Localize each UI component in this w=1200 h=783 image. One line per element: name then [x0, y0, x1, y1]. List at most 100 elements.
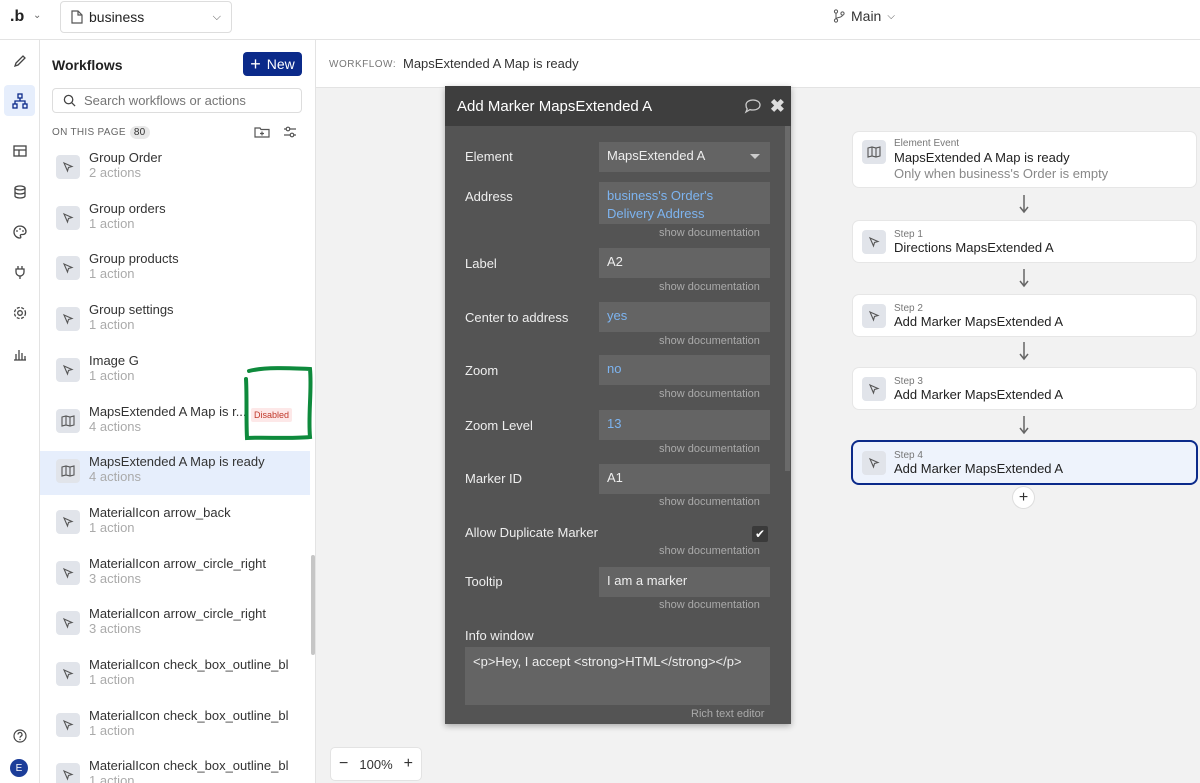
sidebar-title: Workflows — [52, 57, 123, 73]
flow-arrow-icon — [1018, 194, 1030, 214]
workflow-list-item[interactable]: MaterialIcon arrow_back 1 action — [40, 502, 310, 546]
workflow-list-item[interactable]: MaterialIcon arrow_circle_right 3 actions — [40, 553, 310, 597]
styles-palette-icon[interactable] — [4, 216, 35, 247]
workflow-header-bar: WORKFLOW: MapsExtended A Map is ready — [316, 40, 1200, 88]
data-tab-table-icon[interactable] — [4, 135, 35, 166]
workflow-action-count: 4 actions — [89, 469, 142, 485]
map-icon — [862, 140, 886, 164]
element-label: Element — [465, 149, 513, 164]
show-documentation-link[interactable]: show documentation — [659, 388, 760, 400]
comment-icon[interactable] — [744, 98, 762, 114]
zoom-in-button[interactable]: + — [404, 755, 413, 773]
search-input[interactable] — [84, 93, 284, 108]
workflow-name: Image G — [89, 352, 139, 368]
workflow-name[interactable]: MapsExtended A Map is ready — [403, 56, 579, 71]
show-documentation-link[interactable]: show documentation — [659, 496, 760, 508]
rich-text-editor-link[interactable]: Rich text editor — [691, 708, 764, 720]
on-this-page-label: ON THIS PAGE — [52, 127, 126, 138]
logs-chart-icon[interactable] — [4, 338, 35, 369]
workflow-list-item[interactable]: Group Order 2 actions — [40, 147, 310, 191]
step-card[interactable]: Step 4 Add Marker MapsExtended A — [853, 441, 1196, 483]
show-documentation-link[interactable]: show documentation — [659, 227, 760, 239]
zoom-level-label: Zoom Level — [465, 418, 533, 433]
workflow-list-item[interactable]: MaterialIcon check_box_outline_bl 1 actio… — [40, 654, 310, 698]
panel-scrollbar[interactable] — [785, 126, 790, 471]
user-avatar[interactable]: E — [10, 759, 28, 777]
step-number: Step 4 — [894, 449, 923, 461]
flow-arrow-icon — [1018, 341, 1030, 361]
event-kind: Element Event — [894, 138, 960, 149]
new-workflow-button[interactable]: + New — [243, 52, 302, 76]
cursor-icon — [56, 357, 80, 382]
step-card[interactable]: Step 1 Directions MapsExtended A — [853, 221, 1196, 262]
sidebar-scrollbar[interactable] — [311, 555, 315, 655]
info-window-label: Info window — [465, 628, 534, 643]
workflow-name: MapsExtended A Map is r... — [89, 403, 247, 419]
allow-duplicate-checkbox[interactable]: ✔ — [752, 526, 768, 542]
settings-gear-icon[interactable] — [4, 297, 35, 328]
bubble-logo[interactable]: .b — [10, 8, 24, 26]
show-documentation-link[interactable]: show documentation — [659, 599, 760, 611]
help-question-icon[interactable] — [4, 720, 35, 751]
checkmark-icon: ✔ — [754, 527, 766, 541]
plugins-plug-icon[interactable] — [4, 256, 35, 287]
workflow-list-item[interactable]: Group products 1 action — [40, 248, 310, 292]
show-documentation-link[interactable]: show documentation — [659, 545, 760, 557]
map-icon — [56, 408, 80, 433]
workflow-tab-icon[interactable] — [4, 85, 35, 116]
workflow-name: Group products — [89, 251, 179, 267]
cursor-icon — [56, 155, 80, 179]
zoom-out-button[interactable]: − — [339, 755, 348, 773]
element-dropdown[interactable]: MapsExtended A — [599, 142, 770, 172]
event-condition: Only when business's Order is empty — [894, 166, 1109, 181]
workflow-list-item[interactable]: MaterialIcon check_box_outline_bl 1 actio… — [40, 705, 310, 749]
dropdown-arrow-icon — [750, 154, 760, 159]
page-name: business — [89, 9, 145, 25]
show-documentation-link[interactable]: show documentation — [659, 335, 760, 347]
info-window-editor[interactable]: <p>Hey, I accept <strong>HTML</strong></… — [465, 647, 770, 705]
show-documentation-link[interactable]: show documentation — [659, 443, 760, 455]
branch-selector[interactable]: Main ⌵ — [833, 8, 895, 24]
new-folder-icon[interactable] — [254, 124, 270, 140]
label-field[interactable]: A2 — [599, 248, 770, 278]
add-step-button[interactable]: + — [1013, 487, 1034, 508]
workflow-list-item[interactable]: Group settings 1 action — [40, 299, 310, 343]
workflow-action-count: 1 action — [89, 266, 135, 282]
search-icon — [63, 94, 76, 107]
element-value: MapsExtended A — [607, 148, 706, 163]
top-bar: .b ⌄ business ⌵ Main ⌵ — [0, 0, 1200, 40]
workflow-label: WORKFLOW: — [329, 59, 397, 70]
workflow-list-item[interactable]: MaterialIcon arrow_circle_right 3 actions — [40, 603, 310, 647]
filter-sliders-icon[interactable] — [282, 124, 298, 140]
cursor-icon — [56, 662, 80, 686]
event-card[interactable]: Element Event MapsExtended A Map is read… — [853, 132, 1196, 187]
workflow-name: MaterialIcon arrow_circle_right — [89, 555, 267, 571]
zoom-level-field[interactable]: 13 — [599, 410, 770, 440]
search-box[interactable] — [52, 88, 302, 113]
allow-duplicate-label: Allow Duplicate Marker — [465, 525, 598, 540]
green-highlight-annotation — [244, 366, 313, 441]
center-field[interactable]: yes — [599, 302, 770, 332]
panel-header[interactable]: Add Marker MapsExtended A ✖ — [445, 86, 791, 126]
marker-id-field[interactable]: A1 — [599, 464, 770, 494]
close-icon[interactable]: ✖ — [770, 97, 785, 115]
step-card[interactable]: Step 2 Add Marker MapsExtended A — [853, 294, 1196, 336]
tooltip-field[interactable]: I am a marker — [599, 567, 770, 597]
workflow-name: MapsExtended A Map is ready — [89, 454, 265, 470]
design-tab-pencil-icon[interactable] — [4, 45, 35, 76]
page-selector[interactable]: business ⌵ — [60, 1, 232, 33]
flow-arrow-icon — [1018, 415, 1030, 435]
show-documentation-link[interactable]: show documentation — [659, 281, 760, 293]
address-field[interactable]: business's Order's Delivery Address — [599, 182, 770, 224]
event-title: MapsExtended A Map is ready — [894, 150, 1070, 165]
logo-chevron-down-icon[interactable]: ⌄ — [33, 10, 41, 21]
database-icon[interactable] — [4, 176, 35, 207]
page-icon — [71, 10, 83, 24]
step-title: Add Marker MapsExtended A — [894, 460, 1064, 476]
workflow-list-item[interactable]: Group orders 1 action — [40, 198, 310, 242]
workflow-list-item[interactable]: MaterialIcon check_box_outline_bl 1 actio… — [40, 755, 310, 783]
step-card[interactable]: Step 3 Add Marker MapsExtended A — [853, 368, 1196, 409]
plus-icon: + — [250, 54, 261, 74]
zoom-field[interactable]: no — [599, 355, 770, 385]
workflow-list-item[interactable]: MapsExtended A Map is ready 4 actions — [40, 451, 310, 496]
